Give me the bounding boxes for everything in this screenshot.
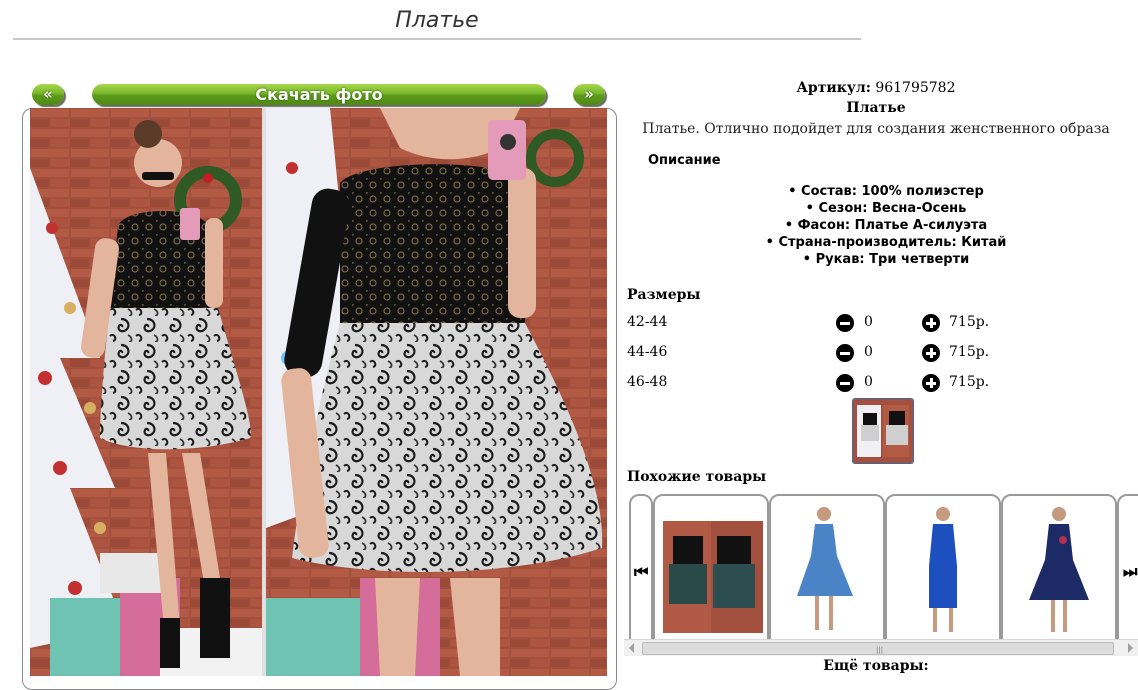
decrease-qty-icon[interactable] <box>836 344 854 362</box>
decrease-qty-icon[interactable] <box>836 374 854 392</box>
similar-item[interactable] <box>653 494 769 648</box>
size-qty: 0 <box>864 374 873 390</box>
scroll-left-icon[interactable] <box>629 643 634 653</box>
sku-label: Артикул: <box>796 80 871 96</box>
sku-line: Артикул: 961795782 <box>626 80 1126 96</box>
carousel-scrollbar[interactable]: ||| <box>624 639 1138 656</box>
size-label: 46-48 <box>627 374 668 390</box>
dress-black-lace-icon <box>663 521 763 633</box>
sku-value: 961795782 <box>875 80 956 96</box>
title-divider <box>13 38 861 40</box>
photo-thumbnail[interactable] <box>852 398 914 464</box>
next-photo-button[interactable]: » <box>573 84 605 105</box>
size-row: 44-46 0 715р. <box>627 344 1047 366</box>
similar-item[interactable] <box>885 494 1001 648</box>
spec-item: Фасон: Платье А-силуэта <box>626 217 1138 234</box>
prev-photo-button[interactable]: « <box>32 84 64 105</box>
main-product-photo[interactable] <box>30 108 607 676</box>
spec-item: Состав: 100% полиэстер <box>626 183 1138 200</box>
dress-navy-embroidered-icon <box>1029 507 1089 632</box>
spec-item: Страна-производитель: Китай <box>626 234 1138 251</box>
size-qty: 0 <box>864 314 873 330</box>
dress-photo-image <box>30 108 607 676</box>
increase-qty-icon[interactable] <box>922 374 940 392</box>
increase-qty-icon[interactable] <box>922 314 940 332</box>
thumbnail-dress-icon <box>853 399 913 463</box>
decrease-qty-icon[interactable] <box>836 314 854 332</box>
product-name: Платье <box>846 100 906 116</box>
spec-list: Состав: 100% полиэстер Сезон: Весна-Осен… <box>626 183 1138 268</box>
dress-royal-blue-icon <box>929 507 957 632</box>
similar-item[interactable] <box>1001 494 1117 648</box>
spec-item: Рукав: Три четверти <box>626 251 1138 268</box>
grip-icon: ||| <box>876 646 884 654</box>
page-title: Платье <box>395 8 479 33</box>
arrow-first-icon: ⏮ <box>634 562 649 581</box>
more-products-heading: Ещё товары: <box>823 658 929 674</box>
spec-item: Сезон: Весна-Осень <box>626 200 1138 217</box>
download-photo-button[interactable]: Скачать фото <box>92 84 546 105</box>
arrow-last-icon: ⏭ <box>1123 562 1138 581</box>
carousel-prev-button[interactable]: ⏮ <box>629 494 653 648</box>
similar-carousel: ⏮ ⏭ <box>627 492 1138 654</box>
scroll-thumb[interactable]: ||| <box>642 642 1114 655</box>
sizes-heading: Размеры <box>627 287 701 303</box>
product-short-description: Платье. Отлично подойдет для создания же… <box>642 121 1110 137</box>
similar-item[interactable] <box>769 494 885 648</box>
similar-heading: Похожие товары <box>627 469 767 485</box>
size-label: 44-46 <box>627 344 668 360</box>
scroll-right-icon[interactable] <box>1128 643 1133 653</box>
size-price: 715р. <box>949 374 990 390</box>
size-price: 715р. <box>949 344 990 360</box>
carousel-next-button[interactable]: ⏭ <box>1117 494 1138 648</box>
size-label: 42-44 <box>627 314 668 330</box>
size-qty: 0 <box>864 344 873 360</box>
description-heading: Описание <box>648 153 721 168</box>
size-price: 715р. <box>949 314 990 330</box>
increase-qty-icon[interactable] <box>922 344 940 362</box>
size-row: 42-44 0 715р. <box>627 314 1047 336</box>
dress-light-blue-icon <box>797 507 853 630</box>
size-row: 46-48 0 715р. <box>627 374 1047 396</box>
